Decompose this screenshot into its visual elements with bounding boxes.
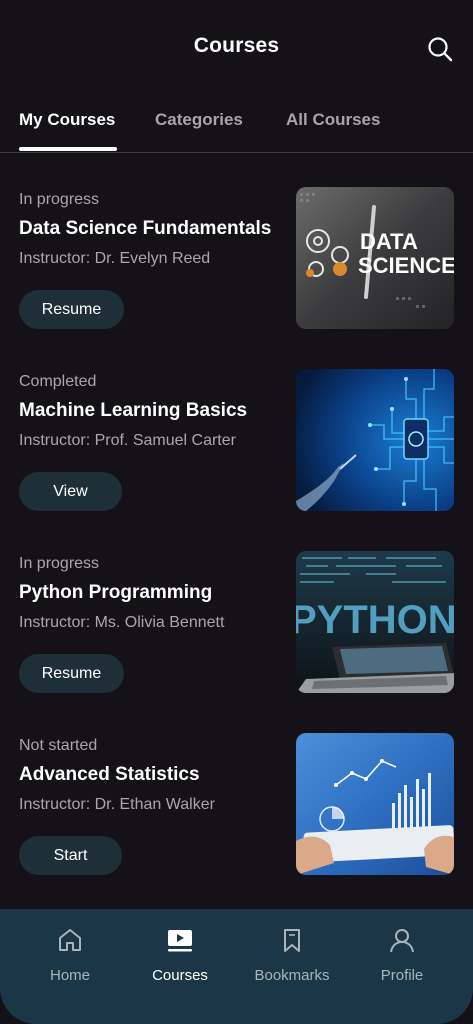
course-item: In progress Python Programming Instructo… [0,551,473,701]
course-item: Completed Machine Learning Basics Instru… [0,369,473,519]
course-status: Not started [19,737,98,754]
bottom-navigation: Home Courses Bookmarks Profile [0,909,473,1024]
tab-all-courses[interactable]: All Courses [286,110,380,130]
course-thumbnail[interactable]: DATA SCIENCE [296,187,454,329]
course-item: Not started Advanced Statistics Instruct… [0,733,473,883]
play-icon [167,927,193,953]
nav-label: Bookmarks [254,967,330,984]
nav-label: Home [49,967,90,984]
course-title[interactable]: Machine Learning Basics [19,400,247,422]
header: Courses [0,0,473,96]
tab-bar: My Courses Categories All Courses [0,100,473,153]
course-instructor: Instructor: Prof. Samuel Carter [19,432,236,449]
thumb-text-science: SCIENCE [358,253,454,278]
tab-my-courses[interactable]: My Courses [19,110,115,130]
thumb-text-data: DATA [360,229,418,254]
thumb-text-python: PYTHON [296,598,454,642]
nav-label: Courses [152,967,208,984]
start-button[interactable]: Start [19,836,122,875]
course-item: In progress Data Science Fundamentals In… [0,187,473,337]
course-status: In progress [19,555,100,572]
resume-button[interactable]: Resume [19,290,124,329]
active-tab-indicator [19,147,117,151]
nav-courses[interactable]: Courses [125,909,235,999]
course-title[interactable]: Advanced Statistics [19,764,200,786]
bookmark-icon [279,927,305,953]
course-instructor: Instructor: Ms. Olivia Bennett [19,614,225,631]
nav-profile[interactable]: Profile [347,909,457,999]
course-thumbnail[interactable] [296,369,454,511]
course-thumbnail[interactable]: PYTHON [296,551,454,693]
home-icon [57,927,83,953]
view-button[interactable]: View [19,472,122,511]
course-title[interactable]: Python Programming [19,582,212,604]
course-status: In progress [19,191,100,208]
course-thumbnail[interactable] [296,733,454,875]
resume-button[interactable]: Resume [19,654,124,693]
course-status: Completed [19,373,97,390]
course-title[interactable]: Data Science Fundamentals [19,218,271,240]
course-instructor: Instructor: Dr. Ethan Walker [19,796,215,813]
search-icon[interactable] [427,36,453,62]
tab-categories[interactable]: Categories [155,110,243,130]
nav-home[interactable]: Home [15,909,125,999]
page-title: Courses [193,34,280,57]
nav-label: Profile [380,967,424,984]
course-instructor: Instructor: Dr. Evelyn Reed [19,250,211,267]
nav-bookmarks[interactable]: Bookmarks [237,909,347,999]
profile-icon [389,927,415,953]
courses-screen: Courses My Courses Categories All Course… [0,0,473,1024]
